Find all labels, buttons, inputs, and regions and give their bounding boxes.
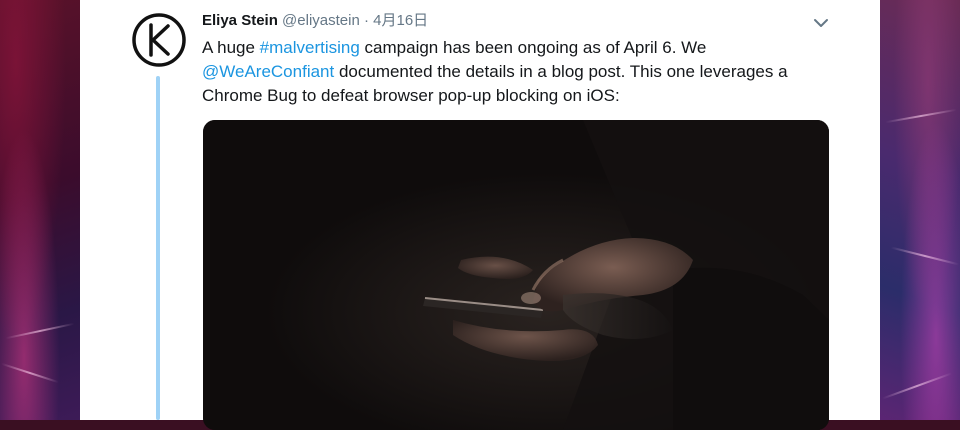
light-streak (5, 322, 75, 340)
avatar[interactable] (131, 12, 187, 68)
tweet-image[interactable] (203, 120, 829, 430)
tweet-menu-button[interactable] (810, 14, 832, 32)
phone-in-hands-photo (203, 120, 829, 430)
author-name[interactable]: Eliya Stein (202, 12, 278, 29)
author-handle[interactable]: @eliyastein (282, 12, 360, 29)
hashtag-link[interactable]: #malvertising (260, 38, 360, 57)
k-logo-avatar-icon (132, 13, 186, 67)
tweet-text-part: campaign has been ongoing as of April 6.… (359, 38, 707, 57)
tweet-date[interactable]: 4月16日 (373, 12, 428, 29)
light-streak (890, 246, 960, 266)
light-streak (881, 372, 953, 400)
tweet-header: Eliya Stein @eliyastein · 4月16日 (202, 11, 428, 31)
tweet-text-part: A huge (202, 38, 260, 57)
mention-link[interactable]: @WeAreConfiant (202, 62, 334, 81)
tweet-text: A huge #malvertising campaign has been o… (202, 36, 822, 108)
header-separator: · (359, 12, 374, 29)
chevron-down-icon (814, 19, 828, 27)
light-streak (1, 362, 59, 384)
thread-line (156, 76, 160, 420)
tweet-card: Eliya Stein @eliyastein · 4月16日 A huge #… (80, 0, 880, 430)
light-streak (885, 108, 957, 124)
background-left (0, 0, 80, 420)
background-right (880, 0, 960, 420)
